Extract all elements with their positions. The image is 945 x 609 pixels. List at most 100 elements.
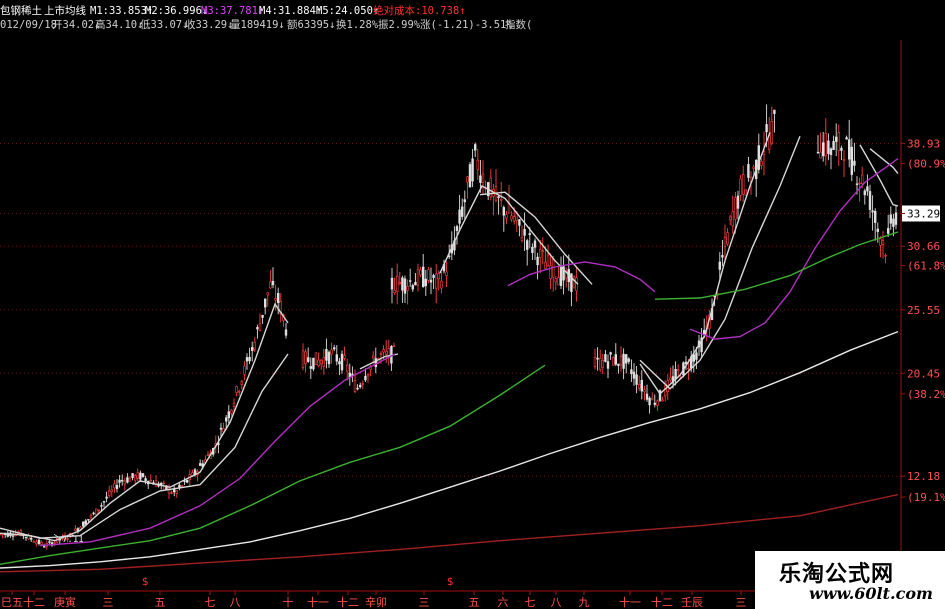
candle-body xyxy=(364,375,367,381)
candle-body xyxy=(340,353,344,371)
candle-body xyxy=(110,489,114,492)
candle-body xyxy=(533,240,537,248)
candle-body xyxy=(40,541,43,545)
ma-value-m5: M5:24.050↑ xyxy=(316,5,380,17)
candle-body xyxy=(416,269,420,286)
candle-body xyxy=(499,198,503,201)
candle-body xyxy=(601,360,605,368)
candle-body xyxy=(42,546,46,548)
candle-body xyxy=(126,477,129,483)
candle-body xyxy=(721,255,724,258)
candle-body xyxy=(427,269,430,281)
candle-body xyxy=(421,266,425,287)
candle-body xyxy=(87,519,90,521)
date-tick-label: 五 xyxy=(469,596,480,609)
candle-body xyxy=(345,364,349,372)
ma-value-m2: M2:36.996↓ xyxy=(145,5,209,17)
candle-body xyxy=(593,357,597,367)
candle-body xyxy=(144,478,147,482)
date-tick-label: 九 xyxy=(579,596,590,609)
candle-body xyxy=(276,292,280,303)
candle-body xyxy=(335,354,338,362)
date-tick-label: 七 xyxy=(525,596,536,609)
candle-body xyxy=(741,173,745,195)
candle-body xyxy=(643,389,646,392)
quote-amplitude: 振2.99% xyxy=(378,19,421,31)
candle-body xyxy=(227,411,230,419)
ma-line-m5 xyxy=(0,330,899,569)
candle-body xyxy=(1,533,4,536)
candle-body xyxy=(411,285,414,290)
candle-body xyxy=(284,329,288,336)
candle-body xyxy=(661,399,664,402)
candle-body xyxy=(379,353,383,355)
candle-body xyxy=(374,358,377,368)
candle-body xyxy=(123,480,127,485)
candle-body xyxy=(463,199,466,203)
candle-body xyxy=(858,182,861,185)
candle-body xyxy=(256,327,259,330)
candle-body xyxy=(419,269,422,276)
quote-index: 指数(- xyxy=(505,19,532,31)
ma-value-m3: M3:37.781↑ xyxy=(201,5,265,17)
candle-body xyxy=(32,541,36,543)
candle-body xyxy=(536,256,539,266)
ma-line-m1 xyxy=(0,302,289,542)
candle-body xyxy=(695,352,698,360)
candle-body xyxy=(338,361,341,365)
candle-body xyxy=(0,533,2,536)
candle-body xyxy=(866,186,869,192)
candle-body xyxy=(773,109,776,114)
ma-line-m1 xyxy=(859,144,899,207)
candle-body xyxy=(648,397,651,406)
candle-body xyxy=(361,383,364,385)
candle-body xyxy=(892,218,895,227)
candle-body xyxy=(847,139,851,160)
candle-body xyxy=(136,472,139,479)
candle-body xyxy=(139,472,142,480)
candle-body xyxy=(424,278,427,287)
candle-body xyxy=(816,151,820,154)
candle-body xyxy=(225,417,228,422)
candle-body xyxy=(630,369,633,375)
date-tick-label: 八 xyxy=(230,596,241,609)
candle-body xyxy=(95,508,98,516)
date-tick-label: 三 xyxy=(419,596,430,609)
price-tick-label: (19.1%) xyxy=(907,491,945,504)
candle-body xyxy=(559,266,563,286)
candle-body xyxy=(312,357,315,370)
candle-body xyxy=(829,148,833,155)
candle-body xyxy=(640,379,644,392)
candle-body xyxy=(115,485,119,489)
stock-name: 包钢稀土 xyxy=(0,5,42,17)
price-tick-label: 33.29 xyxy=(907,208,940,221)
candle-body xyxy=(230,409,233,414)
candle-body xyxy=(37,539,41,544)
date-tick-label: 八 xyxy=(551,596,562,609)
candle-body xyxy=(366,374,370,377)
candle-body xyxy=(541,250,545,252)
candle-body xyxy=(92,512,95,515)
candle-body xyxy=(170,492,173,494)
candle-body xyxy=(827,140,830,154)
candle-body xyxy=(525,240,529,250)
candle-body xyxy=(251,347,254,351)
candle-body xyxy=(102,501,106,503)
candle-body xyxy=(873,210,877,223)
candle-body xyxy=(390,277,394,290)
candle-body xyxy=(466,176,469,183)
candle-body xyxy=(429,279,433,283)
ma-line-m3 xyxy=(507,261,656,293)
candle-body xyxy=(473,144,477,151)
candle-body xyxy=(271,280,275,286)
candle-body xyxy=(317,359,320,367)
price-tick-label: 20.45 xyxy=(907,367,940,380)
price-tick-label: 12.18 xyxy=(907,470,940,483)
candle-body xyxy=(718,261,722,270)
candle-body xyxy=(118,479,121,483)
candle-body xyxy=(531,246,534,254)
info-row-quote: 012/09/18 开34.02↓ 高34.10↓ 低33.07↓ 收33.29… xyxy=(0,18,532,32)
candle-body xyxy=(199,463,202,466)
candle-body xyxy=(327,351,331,365)
candle-body xyxy=(24,536,28,539)
